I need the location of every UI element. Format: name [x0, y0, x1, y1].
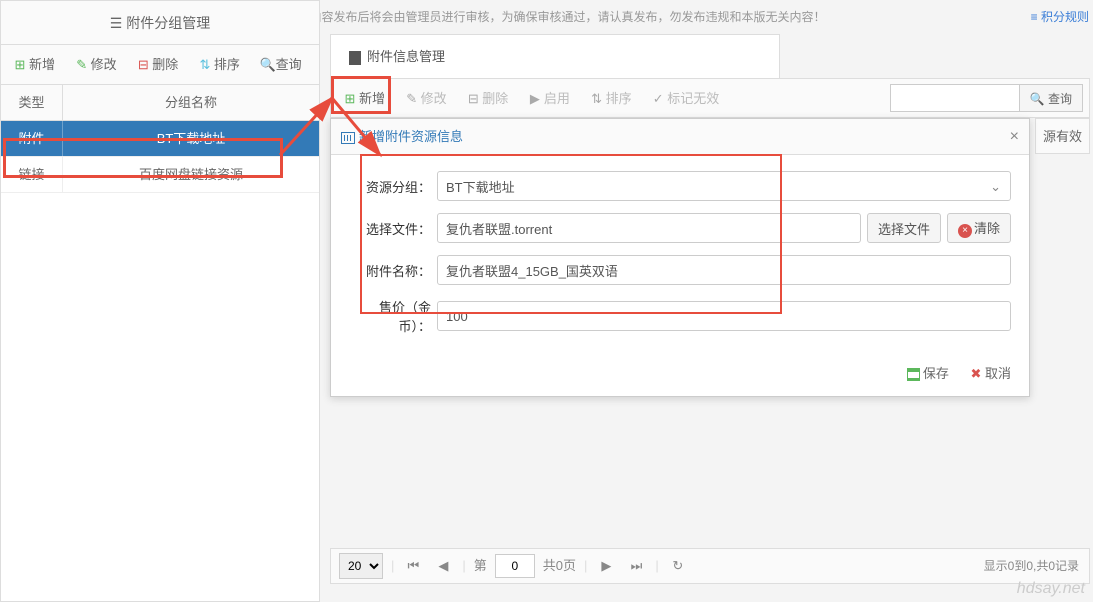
- modal-footer: 保存 ✖ 取消: [331, 355, 1029, 396]
- group-select-value[interactable]: [437, 171, 1011, 201]
- search-button[interactable]: 🔍 查询: [1020, 84, 1083, 112]
- first-page-button[interactable]: ⏮: [402, 555, 424, 577]
- right-toolbar: ⊞新增 ✎修改 ⊟删除 ▶启用 ⇅排序 ✓标记无效 🔍 查询: [330, 78, 1090, 118]
- right-delete-button[interactable]: ⊟删除: [460, 79, 514, 119]
- form-row-name: 附件名称：: [349, 255, 1011, 285]
- right-sort-button[interactable]: ⇅排序: [584, 79, 638, 119]
- label-group: 资源分组：: [349, 177, 437, 196]
- label-price: 售价（金币）：: [349, 297, 437, 335]
- left-toolbar: ⊞新增 ✎修改 ⊟删除 ⇅排序 🔍查询: [1, 45, 319, 85]
- film-icon: [341, 132, 355, 144]
- notice-text: 主题内容发布后将会由管理员进行审核，为确保审核通过，请认真发布，勿发布违规和本版…: [285, 10, 825, 24]
- refresh-button[interactable]: ↻: [667, 555, 689, 577]
- save-button[interactable]: 保存: [907, 363, 949, 382]
- search-box: 🔍 查询: [890, 84, 1083, 112]
- document-icon: [349, 51, 361, 65]
- label-name: 附件名称：: [349, 261, 437, 280]
- cell-type: 链接: [1, 157, 63, 192]
- page-total: 共0页: [543, 548, 576, 584]
- cell-name: 百度网盘链接资源: [63, 157, 319, 192]
- edit-icon: ✎: [75, 45, 89, 85]
- name-input[interactable]: [437, 255, 1011, 285]
- page-label: 第: [474, 548, 487, 584]
- search-icon: 🔍: [1030, 92, 1045, 106]
- prev-page-button[interactable]: ◀: [432, 555, 454, 577]
- sort-icon: ⇅: [198, 45, 212, 85]
- list-icon: ☰: [110, 16, 123, 32]
- minus-icon: ⊟: [136, 45, 150, 85]
- close-icon[interactable]: ×: [1010, 119, 1019, 155]
- plus-icon: ⊞: [343, 79, 357, 119]
- label-file: 选择文件：: [349, 219, 437, 238]
- minus-icon: ⊟: [466, 79, 480, 119]
- search-input[interactable]: [890, 84, 1020, 112]
- price-input[interactable]: [437, 301, 1011, 331]
- right-add-button[interactable]: ⊞新增: [337, 79, 391, 119]
- plus-icon: ⊞: [13, 45, 27, 85]
- table-row[interactable]: 附件 BT下载地址: [1, 121, 319, 157]
- add-attachment-modal: 新增附件资源信息 × 资源分组： ⌄ 选择文件： 选择文件 ×清除 附件名称： …: [330, 118, 1030, 397]
- right-invalid-button[interactable]: ✓标记无效: [645, 79, 725, 119]
- right-edit-button[interactable]: ✎修改: [399, 79, 453, 119]
- form-row-group: 资源分组： ⌄: [349, 171, 1011, 201]
- play-icon: ▶: [528, 79, 542, 119]
- col-name: 分组名称: [63, 85, 319, 120]
- edit-icon: ✎: [405, 79, 419, 119]
- group-select[interactable]: ⌄: [437, 171, 1011, 201]
- left-delete-button[interactable]: ⊟删除: [130, 45, 184, 85]
- cancel-button[interactable]: ✖ 取消: [970, 363, 1011, 382]
- watermark: hdsay.net: [1017, 580, 1085, 598]
- left-panel-title: 附件分组管理: [126, 15, 210, 31]
- form-row-price: 售价（金币）：: [349, 297, 1011, 335]
- left-sort-button[interactable]: ⇅排序: [192, 45, 246, 85]
- last-page-button[interactable]: ⏭: [625, 555, 647, 577]
- page-input[interactable]: [495, 554, 535, 578]
- modal-body: 资源分组： ⌄ 选择文件： 选择文件 ×清除 附件名称： 售价（金币）：: [331, 155, 1029, 355]
- cell-name: BT下载地址: [63, 121, 319, 156]
- right-enable-button[interactable]: ▶启用: [522, 79, 576, 119]
- points-rules-link[interactable]: ≡ 积分规则: [1031, 8, 1089, 25]
- table-row[interactable]: 链接 百度网盘链接资源: [1, 157, 319, 193]
- save-icon: [907, 368, 920, 381]
- modal-title: 新增附件资源信息: [359, 129, 463, 144]
- pagination-bar: 20 | ⏮ ◀ | 第 共0页 | ▶ ⏭ | ↻ 显示0到0,共0记录: [330, 548, 1090, 584]
- sort-icon: ⇅: [590, 79, 604, 119]
- col-type: 类型: [1, 85, 63, 120]
- left-add-button[interactable]: ⊞新增: [7, 45, 61, 85]
- x-icon: ✖: [970, 366, 981, 381]
- left-query-button[interactable]: 🔍查询: [254, 45, 308, 85]
- record-count: 显示0到0,共0记录: [984, 548, 1079, 584]
- search-icon: 🔍: [260, 45, 274, 85]
- x-circle-icon: ×: [958, 224, 972, 238]
- page-size-select[interactable]: 20: [339, 553, 383, 579]
- next-page-button[interactable]: ▶: [595, 555, 617, 577]
- right-panel-tab[interactable]: 附件信息管理: [330, 34, 780, 78]
- clear-button[interactable]: ×清除: [947, 213, 1011, 243]
- left-panel-header: ☰附件分组管理: [1, 1, 319, 45]
- file-input[interactable]: [437, 213, 861, 243]
- left-table-head: 类型 分组名称: [1, 85, 319, 121]
- form-row-file: 选择文件： 选择文件 ×清除: [349, 213, 1011, 243]
- cell-type: 附件: [1, 121, 63, 156]
- modal-header: 新增附件资源信息 ×: [331, 119, 1029, 155]
- check-icon: ✓: [651, 79, 665, 119]
- left-panel: ☰附件分组管理 ⊞新增 ✎修改 ⊟删除 ⇅排序 🔍查询 类型 分组名称 附件 B…: [0, 0, 320, 602]
- choose-file-button[interactable]: 选择文件: [867, 213, 941, 243]
- left-edit-button[interactable]: ✎修改: [69, 45, 123, 85]
- right-panel-title: 附件信息管理: [367, 49, 445, 64]
- col-valid: 源有效: [1035, 118, 1090, 154]
